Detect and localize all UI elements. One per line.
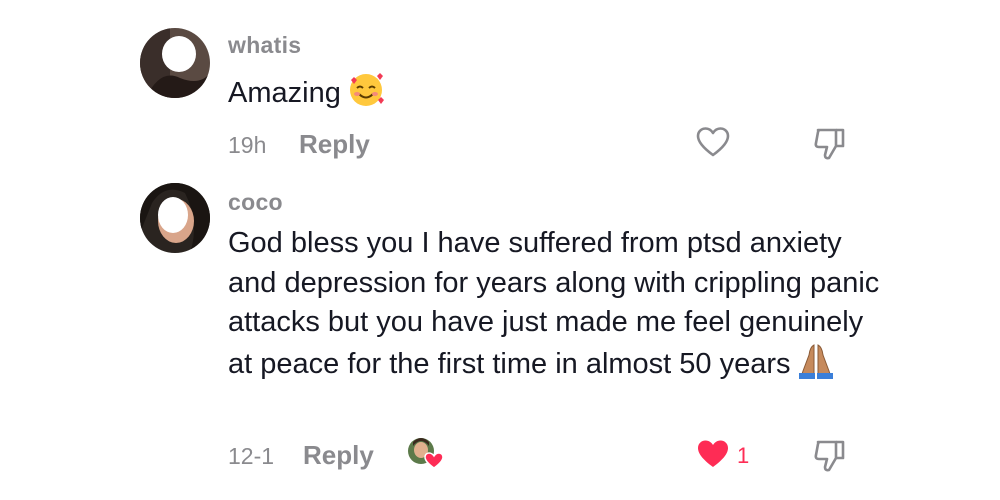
reply-button[interactable]: Reply (303, 440, 374, 471)
dislike-button[interactable] (812, 438, 848, 479)
thumbs-down-icon (812, 440, 848, 478)
heart-filled-icon (696, 440, 730, 474)
creator-liked-badge (406, 436, 446, 475)
comment-text-content: Amazing (228, 77, 341, 109)
comment-username[interactable]: whatis (228, 32, 312, 59)
comment-username[interactable]: coco (228, 189, 283, 216)
comment-timestamp: 19h (228, 132, 267, 158)
heart-outline-icon (696, 127, 730, 162)
thumbs-down-icon (812, 128, 848, 166)
like-count: 1 (737, 443, 750, 468)
comment-text-content: God bless you I have suffered from ptsd … (228, 227, 880, 380)
like-button[interactable] (696, 126, 730, 163)
comment-text: Amazing (228, 70, 888, 120)
creator-avatar-heart-icon (406, 438, 446, 474)
comment-item: coco God bless you I have suffered from … (0, 170, 1000, 500)
avatar[interactable] (140, 183, 210, 253)
like-button[interactable] (696, 438, 730, 475)
comment-item: whatis Amazing 19h Reply (0, 0, 1000, 170)
comment-thread: whatis Amazing 19h Reply coco God bless … (0, 0, 1000, 500)
reply-button[interactable]: Reply (299, 129, 370, 160)
comment-text: God bless you I have suffered from ptsd … (228, 224, 888, 390)
smiling-face-with-hearts-icon (347, 70, 385, 120)
comment-timestamp: 12-1 (228, 443, 275, 469)
dislike-button[interactable] (812, 126, 848, 167)
avatar[interactable] (140, 28, 210, 98)
folded-hands-icon (797, 343, 835, 391)
